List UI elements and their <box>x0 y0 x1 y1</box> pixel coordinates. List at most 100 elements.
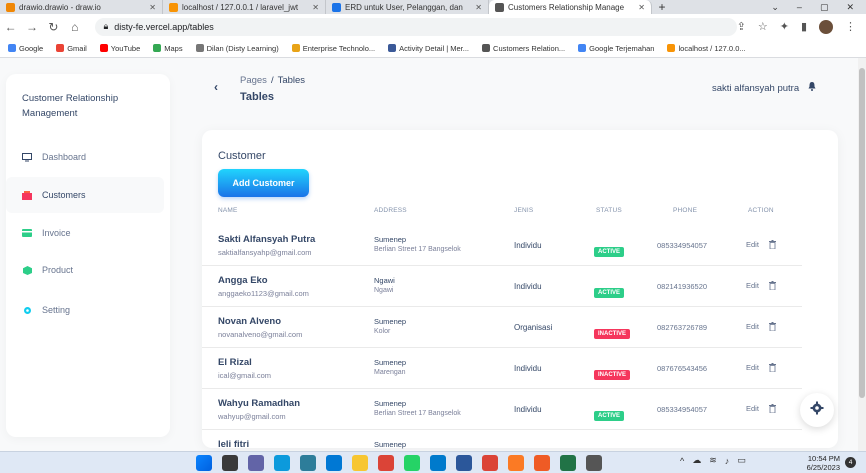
sidebar-item-product[interactable]: Product <box>6 252 164 288</box>
trash-icon[interactable] <box>768 240 776 250</box>
bookmark-label: Gmail <box>67 43 87 53</box>
terminal-icon[interactable] <box>586 455 602 471</box>
menu-dots-icon[interactable]: ⋮ <box>845 20 856 33</box>
word-icon[interactable] <box>456 455 472 471</box>
close-tab-icon[interactable]: ✕ <box>475 3 482 12</box>
breadcrumb-pages[interactable]: Pages <box>240 75 267 86</box>
chrome-profile-icon[interactable] <box>482 455 498 471</box>
windows-start-icon[interactable] <box>196 455 212 471</box>
bookmark-label: YouTube <box>110 43 141 53</box>
edit-link[interactable]: Edit <box>746 404 759 413</box>
box-icon <box>22 265 32 275</box>
trash-icon[interactable] <box>768 322 776 332</box>
browser-toolbar: ← → ↻ ⌂ 🔒︎ disty-fe.vercel.app/tables ⇪ … <box>0 14 866 39</box>
address-city: Sumenep <box>374 235 407 244</box>
user-menu[interactable]: sakti alfansyah putra <box>712 82 816 94</box>
share-icon[interactable]: ⇪ <box>737 20 746 33</box>
page-scrollbar[interactable] <box>858 58 866 451</box>
store-app-icon[interactable] <box>300 455 316 471</box>
reload-icon[interactable]: ↻ <box>43 20 64 34</box>
trash-icon[interactable] <box>768 363 776 373</box>
explorer-icon[interactable] <box>352 455 368 471</box>
sidebar-item-customers[interactable]: Customers <box>6 177 164 213</box>
bookmark-customers[interactable]: Customers Relation... <box>482 44 565 53</box>
chevron-up-icon[interactable]: ^ <box>680 456 684 466</box>
bookmark-translate[interactable]: Google Terjemahan <box>578 44 654 53</box>
cell-address: Sumenep Berlian Street 17 Bangselok <box>374 235 461 253</box>
column-header-phone: PHONE <box>673 207 698 214</box>
postman-icon[interactable] <box>534 455 550 471</box>
chrome-icon[interactable] <box>378 455 394 471</box>
address-city: Sumenep <box>374 358 407 367</box>
new-tab-button[interactable]: + <box>652 0 672 14</box>
notification-badge[interactable]: 4 <box>845 457 856 468</box>
close-tab-icon[interactable]: ✕ <box>149 3 156 12</box>
vscode-icon[interactable] <box>430 455 446 471</box>
bookmark-enterprise[interactable]: Enterprise Technolo... <box>291 44 375 53</box>
sidebar-item-invoice[interactable]: Invoice <box>6 215 164 251</box>
teams-icon[interactable] <box>248 455 264 471</box>
maximize-icon[interactable]: ▢ <box>820 2 829 13</box>
address-bar[interactable]: 🔒︎ disty-fe.vercel.app/tables <box>95 17 737 36</box>
wifi-icon[interactable]: ≋ <box>709 455 717 466</box>
sidebar-item-setting[interactable]: Setting <box>6 292 164 328</box>
excel-icon[interactable] <box>560 455 576 471</box>
close-tab-icon[interactable]: ✕ <box>312 3 319 12</box>
browser-tab-phpmyadmin[interactable]: localhost / 127.0.0.1 / laravel_jwt ✕ <box>163 0 326 14</box>
edit-link[interactable]: Edit <box>746 363 759 372</box>
cell-action: Edit <box>746 404 776 414</box>
username[interactable]: sakti alfansyah putra <box>712 83 799 94</box>
brand-title[interactable]: Customer Relationship Management <box>22 91 162 121</box>
profile-avatar[interactable] <box>819 19 833 34</box>
sidepanel-icon[interactable]: ▮ <box>801 20 807 33</box>
volume-icon[interactable]: ♪ <box>725 456 730 466</box>
bookmark-gmail[interactable]: Gmail <box>56 44 87 53</box>
browser-tab-drawio[interactable]: drawio.drawio - draw.io ✕ <box>0 0 163 14</box>
bookmark-activity[interactable]: Activity Detail | Mer... <box>388 44 469 53</box>
cell-address: Ngawi Ngawi <box>374 276 395 294</box>
bookmark-google[interactable]: Google <box>8 44 43 53</box>
bookmark-maps[interactable]: Maps <box>153 44 183 53</box>
page-icon <box>482 44 491 52</box>
translate-icon <box>578 44 587 52</box>
back-chevron-icon[interactable]: ‹ <box>214 80 218 94</box>
chevron-down-icon[interactable]: ⌄ <box>771 2 779 13</box>
back-arrow-icon[interactable]: ← <box>0 20 21 34</box>
forward-arrow-icon[interactable]: → <box>21 20 42 34</box>
bookmark-localhost[interactable]: localhost / 127.0.0... <box>667 44 746 53</box>
sidebar-item-dashboard[interactable]: Dashboard <box>6 139 164 175</box>
taskview-icon[interactable] <box>222 455 238 471</box>
bell-icon[interactable] <box>808 82 816 94</box>
bookmark-dilan[interactable]: Dilan (Disty Learning) <box>195 43 279 53</box>
trash-icon[interactable] <box>768 404 776 414</box>
add-customer-button[interactable]: Add Customer <box>218 169 309 197</box>
star-icon[interactable]: ☆ <box>758 20 768 33</box>
battery-icon[interactable]: ▭ <box>737 455 746 466</box>
cell-phone: 082141936520 <box>657 282 708 291</box>
xampp-icon[interactable] <box>508 455 524 471</box>
mail-icon[interactable] <box>326 455 342 471</box>
edit-link[interactable]: Edit <box>746 322 759 331</box>
home-icon[interactable]: ⌂ <box>64 20 85 34</box>
minimize-icon[interactable]: – <box>797 2 802 12</box>
cloud-icon[interactable]: ☁ <box>692 455 701 466</box>
taskbar-clock[interactable]: 10:54 PM 6/25/2023 <box>800 454 840 472</box>
close-window-icon[interactable]: ✕ <box>846 2 854 13</box>
edit-link[interactable]: Edit <box>746 281 759 290</box>
settings-fab[interactable] <box>800 393 834 427</box>
bookmark-youtube[interactable]: YouTube <box>99 43 141 53</box>
store-icon <box>22 190 32 200</box>
browser-tab-crm[interactable]: Customers Relationship Manage ✕ <box>489 0 652 14</box>
close-tab-icon[interactable]: ✕ <box>638 3 645 12</box>
bookmark-label: Google Terjemahan <box>589 43 655 53</box>
bookmark-label: Dilan (Disty Learning) <box>206 43 279 53</box>
browser-tab-erd[interactable]: ERD untuk User, Pelanggan, dan ✕ <box>326 0 489 14</box>
edge-icon[interactable] <box>274 455 290 471</box>
page-icon <box>291 44 300 52</box>
scrollbar-thumb[interactable] <box>859 68 865 398</box>
edit-link[interactable]: Edit <box>746 240 759 249</box>
whatsapp-icon[interactable] <box>404 455 420 471</box>
trash-icon[interactable] <box>768 281 776 291</box>
cell-address: Sumenep Berlian Street 17 Bangselok <box>374 399 461 417</box>
extensions-icon[interactable]: ✦ <box>780 20 789 33</box>
